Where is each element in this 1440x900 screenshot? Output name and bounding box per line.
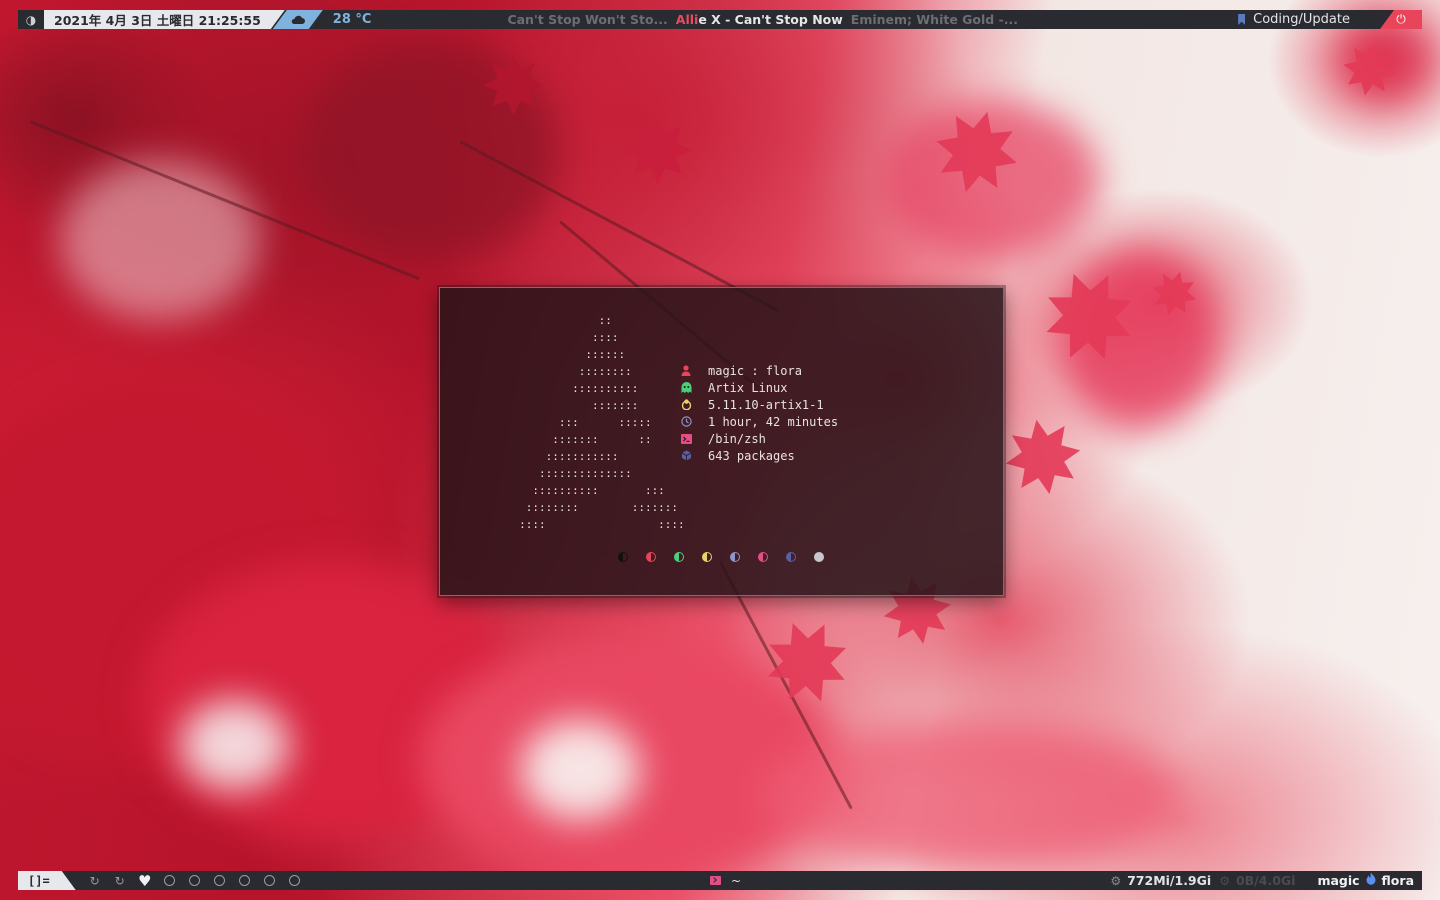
task-bookmark[interactable]: Coding/Update: [1238, 12, 1350, 27]
user-name: magic: [1317, 873, 1360, 888]
user-icon: [680, 365, 692, 377]
current-song[interactable]: Allie X - Can't Stop Now: [676, 12, 843, 27]
date-time: 2021年 4月 3日 土曜日 21:25:55: [44, 10, 285, 29]
system-stats: ⚙ 772Mi/1.9Gi ⚙ 0B/4.0Gi magic flora: [1110, 872, 1414, 889]
bottom-status-bar: []= ↻ ↻ ♥ ~ ⚙ 772Mi/1.9Gi ⚙ 0B/4.0Gi mag…: [18, 871, 1422, 890]
gear-icon: ⚙: [1110, 873, 1122, 888]
palette-swatch-lavender: [729, 551, 741, 563]
terminal-icon: [680, 433, 692, 445]
system-info: magic : flora Artix Linux 5.11.10-artix1…: [680, 362, 838, 464]
swap-usage: ⚙ 0B/4.0Gi: [1219, 873, 1295, 888]
color-palette: [617, 551, 825, 563]
tux-icon: [680, 399, 692, 411]
bookmark-label: Coding/Update: [1253, 12, 1350, 27]
workspace-2-refresh-icon[interactable]: ↻: [113, 874, 127, 888]
info-value: Artix Linux: [708, 380, 788, 395]
workspace-1-refresh-icon[interactable]: ↻: [88, 874, 102, 888]
clock-icon: [680, 416, 692, 428]
palette-swatch-pink: [757, 551, 769, 563]
ascii-logo: :: :::: :::::: :::::::: :::::::::: :::::…: [519, 314, 685, 531]
palette-swatch-red: [645, 551, 657, 563]
info-row-os: Artix Linux: [680, 379, 838, 396]
workspace-list: ↻ ↻ ♥: [88, 872, 302, 890]
info-value: 643 packages: [708, 448, 795, 463]
palette-swatch-white: [813, 551, 825, 563]
info-row-packages: 643 packages: [680, 447, 838, 464]
workspace-8-circle-icon[interactable]: [263, 874, 277, 888]
flame-icon: [1366, 872, 1376, 889]
current-song-rest: e X - Can't Stop Now: [698, 12, 843, 27]
memory-value: 772Mi/1.9Gi: [1127, 873, 1212, 888]
workspace-6-circle-icon[interactable]: [213, 874, 227, 888]
palette-swatch-yellow: [701, 551, 713, 563]
current-song-progress: Alli: [675, 12, 699, 27]
music-playlist[interactable]: Can't Stop Won't Sto... Allie X - Can't …: [507, 12, 1018, 27]
memory-usage: ⚙ 772Mi/1.9Gi: [1110, 873, 1211, 888]
swap-value: 0B/4.0Gi: [1235, 873, 1296, 888]
temperature: 28 °C: [332, 12, 372, 27]
info-value: magic : flora: [708, 363, 802, 378]
info-row-uptime: 1 hour, 42 minutes: [680, 413, 838, 430]
workspace-7-circle-icon[interactable]: [238, 874, 252, 888]
workspace-5-circle-icon[interactable]: [188, 874, 202, 888]
package-icon: [680, 450, 692, 462]
info-value: 5.11.10-artix1-1: [708, 397, 824, 412]
palette-swatch-green: [673, 551, 685, 563]
info-value: /bin/zsh: [708, 431, 766, 446]
user-host: magic flora: [1317, 872, 1414, 889]
top-status-bar: ◑ 2021年 4月 3日 土曜日 21:25:55 28 °C Can't S…: [18, 10, 1422, 29]
power-icon: ⏻: [1396, 12, 1406, 26]
palette-swatch-black: [617, 551, 629, 563]
terminal-fetch-window[interactable]: :: :::: :::::: :::::::: :::::::::: :::::…: [439, 287, 1004, 596]
gear-icon: ⚙: [1219, 873, 1230, 888]
info-row-kernel: 5.11.10-artix1-1: [680, 396, 838, 413]
workspace-4-circle-icon[interactable]: [163, 874, 177, 888]
host-name: flora: [1381, 873, 1414, 888]
terminal-icon: [710, 876, 721, 885]
info-row-shell: /bin/zsh: [680, 430, 838, 447]
ghost-icon: [680, 382, 692, 394]
window-title: ~: [731, 873, 742, 888]
power-button[interactable]: ⏻: [1380, 10, 1422, 29]
palette-swatch-indigo: [785, 551, 797, 563]
info-value: 1 hour, 42 minutes: [708, 414, 839, 429]
info-row-user: magic : flora: [680, 362, 838, 379]
workspace-3-heart-icon[interactable]: ♥: [138, 872, 152, 890]
half-moon-icon[interactable]: ◑: [18, 10, 44, 29]
bookmark-icon: [1238, 14, 1246, 25]
focused-window-title[interactable]: ~: [710, 874, 741, 888]
layout-indicator[interactable]: []=: [18, 871, 76, 890]
workspace-9-circle-icon[interactable]: [288, 874, 302, 888]
previous-song[interactable]: Can't Stop Won't Sto...: [507, 12, 667, 27]
next-song[interactable]: Eminem; White Gold -...: [851, 12, 1018, 27]
